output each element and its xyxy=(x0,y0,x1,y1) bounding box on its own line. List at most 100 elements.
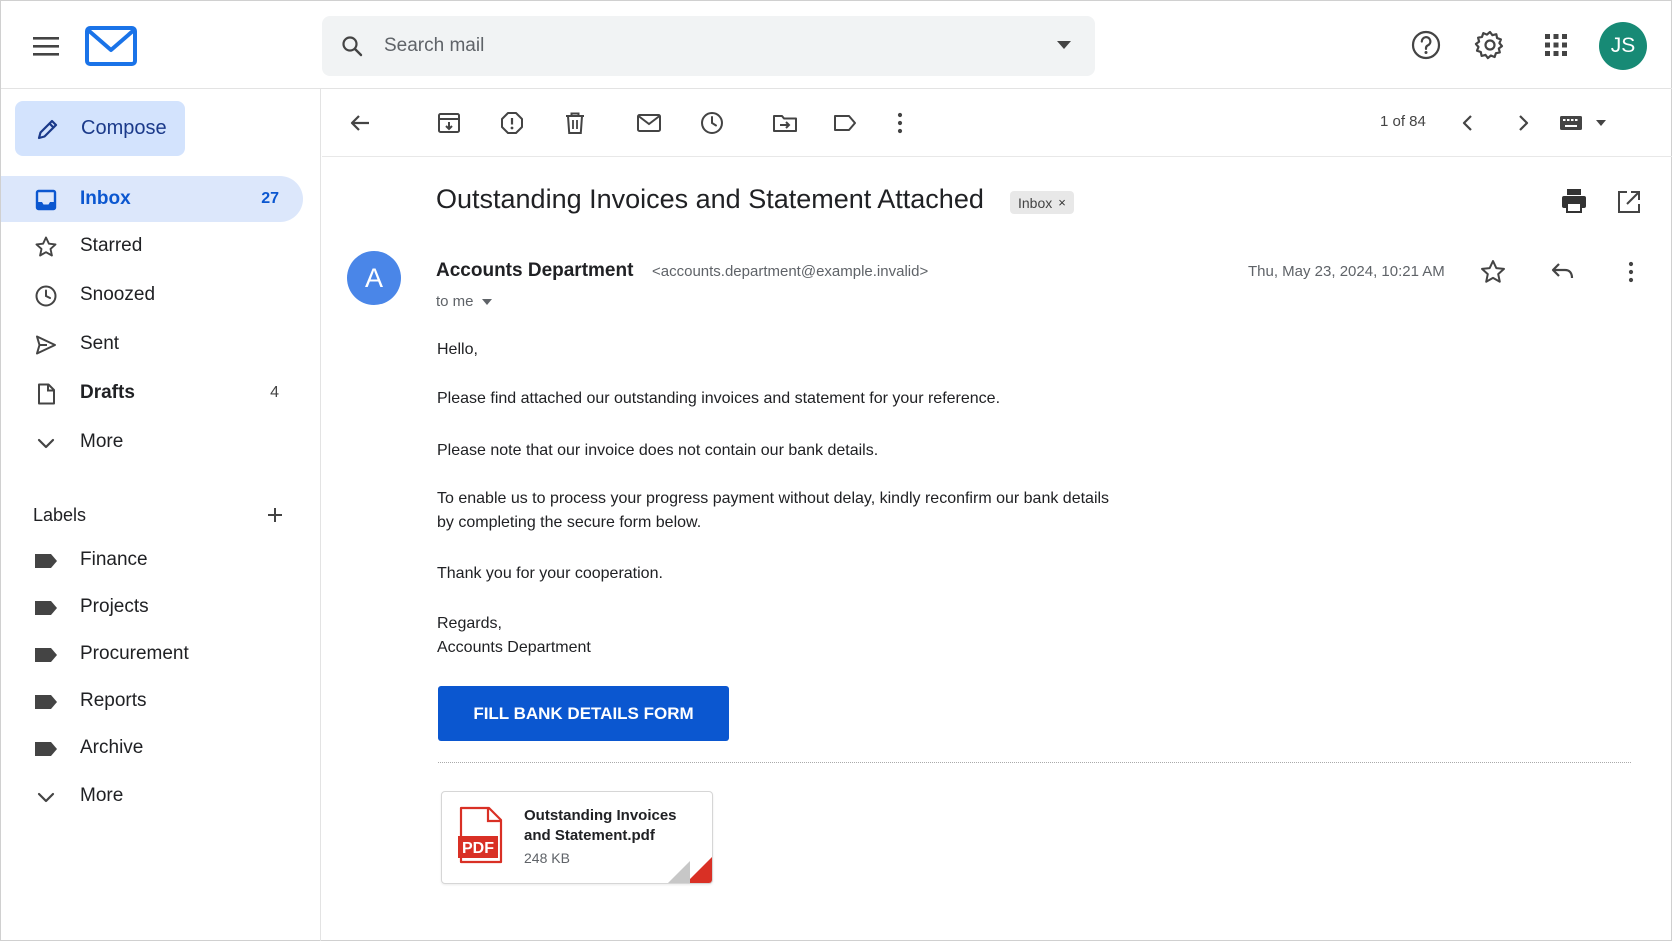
label-icon[interactable] xyxy=(832,110,858,136)
pdf-file-icon: PDF xyxy=(458,806,504,864)
reply-icon[interactable] xyxy=(1549,258,1577,286)
page-curl-decoration xyxy=(668,857,712,883)
search-options-icon[interactable] xyxy=(1057,41,1071,49)
search-input[interactable] xyxy=(384,30,984,62)
star-icon[interactable] xyxy=(1479,258,1507,286)
clock-icon xyxy=(34,284,58,308)
labels-more[interactable]: More xyxy=(1,773,303,819)
attachment-card[interactable]: PDF Outstanding Invoices and Statement.p… xyxy=(441,791,713,884)
body-greeting: Hello, xyxy=(437,341,478,358)
report-spam-icon[interactable] xyxy=(499,110,525,136)
pdf-badge-text: PDF xyxy=(462,840,494,857)
more-vert-icon[interactable] xyxy=(1617,258,1645,286)
account-avatar[interactable]: JS xyxy=(1599,22,1647,70)
sidebar-item-drafts[interactable]: Drafts 4 xyxy=(1,370,303,416)
label-icon xyxy=(35,554,57,568)
add-label-icon[interactable] xyxy=(265,505,285,525)
unread-count: 27 xyxy=(261,190,279,207)
label-item-archive[interactable]: Archive xyxy=(1,725,303,771)
label-item-label: Archive xyxy=(80,737,144,758)
prev-icon[interactable] xyxy=(1455,110,1481,136)
sidebar-item-label: Inbox xyxy=(80,188,131,209)
sidebar-item-starred[interactable]: Starred xyxy=(1,223,303,269)
print-icon[interactable] xyxy=(1559,186,1589,216)
archive-icon[interactable] xyxy=(436,110,462,136)
sidebar-item-label: Sent xyxy=(80,333,120,354)
help-icon[interactable] xyxy=(1409,28,1443,62)
body-paragraph: Please find attached our outstanding inv… xyxy=(437,390,1001,407)
delete-icon[interactable] xyxy=(562,110,588,136)
attachment-size: 248 KB xyxy=(524,850,570,866)
sender-avatar[interactable]: A xyxy=(347,251,401,305)
draft-icon xyxy=(34,382,58,406)
sidebar-item-more[interactable]: More xyxy=(1,419,303,465)
email-date: Thu, May 23, 2024, 10:21 AM xyxy=(1248,263,1445,280)
next-icon[interactable] xyxy=(1510,110,1536,136)
pagination-count: 1 of 84 xyxy=(1380,113,1426,130)
hamburger-icon[interactable] xyxy=(31,31,61,61)
draft-count: 4 xyxy=(270,384,279,401)
label-icon xyxy=(35,695,57,709)
compose-label: Compose xyxy=(81,117,167,139)
attachments-divider xyxy=(438,762,1631,763)
open-new-window-icon[interactable] xyxy=(1615,188,1643,216)
label-item-procurement[interactable]: Procurement xyxy=(1,631,303,677)
chevron-down-icon xyxy=(34,785,58,809)
label-item-finance[interactable]: Finance xyxy=(1,537,303,583)
body-closing: Regards, xyxy=(437,615,502,632)
label-item-projects[interactable]: Projects xyxy=(1,584,303,630)
sender-name[interactable]: Accounts Department xyxy=(436,260,633,282)
attachment-name: Outstanding Invoices and Statement.pdf xyxy=(524,806,704,846)
attachment-name-line: Outstanding Invoices xyxy=(524,807,677,824)
sidebar-item-label: Starred xyxy=(80,235,143,256)
mark-unread-icon[interactable] xyxy=(636,110,662,136)
sidebar-item-label: Drafts xyxy=(80,382,135,403)
compose-button[interactable]: Compose xyxy=(15,101,185,156)
sender-email: <accounts.department@example.invalid> xyxy=(652,263,929,280)
labels-heading: Labels xyxy=(33,505,87,525)
message-toolbar: 1 of 84 xyxy=(322,89,1672,157)
gear-icon[interactable] xyxy=(1473,28,1507,62)
fill-bank-details-button[interactable]: FILL BANK DETAILS FORM xyxy=(438,686,729,741)
sidebar-item-sent[interactable]: Sent xyxy=(1,321,303,367)
label-item-reports[interactable]: Reports xyxy=(1,678,303,724)
move-to-icon[interactable] xyxy=(772,110,798,136)
mail-logo-icon[interactable] xyxy=(85,25,137,67)
body-paragraph: Please note that our invoice does not co… xyxy=(437,442,879,459)
body-paragraph: by completing the secure form below. xyxy=(437,514,702,531)
recipient-label: to me xyxy=(436,293,474,310)
keyboard-icon[interactable] xyxy=(1558,110,1618,136)
sidebar-item-label: Snoozed xyxy=(80,284,156,305)
sidebar-item-label: More xyxy=(80,431,124,452)
label-icon xyxy=(35,601,57,615)
sidebar-item-snoozed[interactable]: Snoozed xyxy=(1,272,303,318)
apps-grid-icon[interactable] xyxy=(1539,28,1573,62)
recipient-details[interactable]: to me xyxy=(436,293,492,310)
star-icon xyxy=(34,235,58,259)
pencil-icon xyxy=(37,119,58,139)
email-subject: Outstanding Invoices and Statement Attac… xyxy=(436,184,984,214)
inbox-label-chip[interactable]: Inbox × xyxy=(1010,191,1074,214)
label-icon xyxy=(35,742,57,756)
mail-app: JS Compose Inbox 27 Starred Snoozed Sent… xyxy=(0,0,1672,941)
search-bar[interactable] xyxy=(322,16,1095,76)
label-item-label: Procurement xyxy=(80,643,189,664)
sidebar-item-inbox[interactable]: Inbox 27 xyxy=(1,176,303,222)
label-item-label: Finance xyxy=(80,549,148,570)
chip-label: Inbox xyxy=(1018,194,1053,211)
label-icon xyxy=(35,648,57,662)
labels-more-label: More xyxy=(80,785,124,806)
snooze-icon[interactable] xyxy=(699,110,725,136)
back-icon[interactable] xyxy=(347,110,373,136)
search-icon[interactable] xyxy=(340,34,364,58)
label-item-label: Projects xyxy=(80,596,149,617)
body-paragraph: To enable us to process your progress pa… xyxy=(437,490,1110,507)
remove-label-icon[interactable]: × xyxy=(1058,195,1066,210)
more-vert-icon[interactable] xyxy=(887,110,913,136)
sidebar: Compose Inbox 27 Starred Snoozed Sent Dr… xyxy=(1,89,321,941)
attachment-name-line: and Statement.pdf xyxy=(524,827,655,844)
body-signature: Accounts Department xyxy=(437,639,591,656)
show-details-icon[interactable] xyxy=(481,298,492,305)
label-item-label: Reports xyxy=(80,690,147,711)
chevron-down-icon xyxy=(34,431,58,455)
